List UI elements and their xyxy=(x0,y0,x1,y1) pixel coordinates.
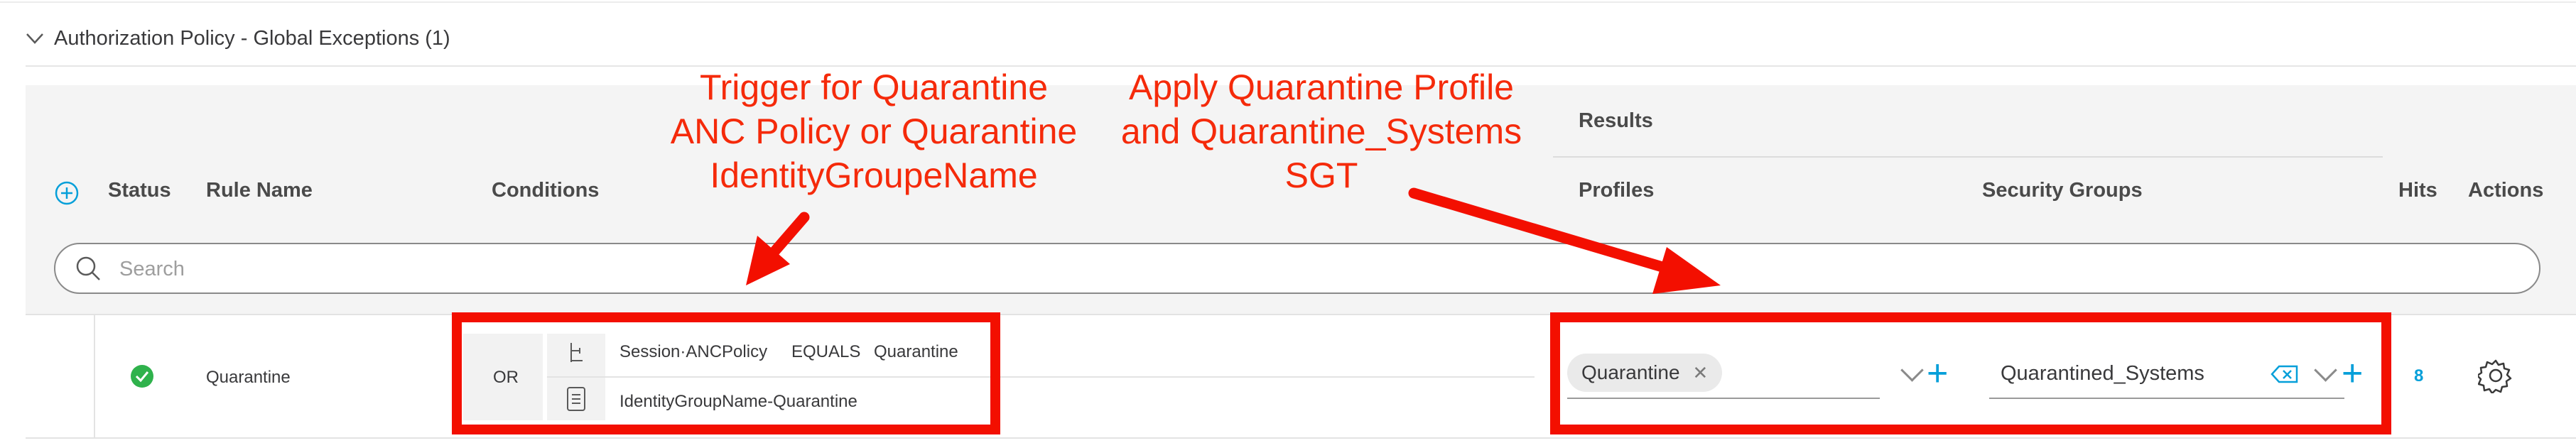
results-annotation: Apply Quarantine Profile and Quarantine_… xyxy=(1066,65,1577,197)
results-annotation-line-2: and Quarantine_Systems xyxy=(1120,111,1522,151)
results-annotation-line-3: SGT xyxy=(1284,155,1358,195)
results-annotation-line-1: Apply Quarantine Profile xyxy=(1129,67,1514,107)
